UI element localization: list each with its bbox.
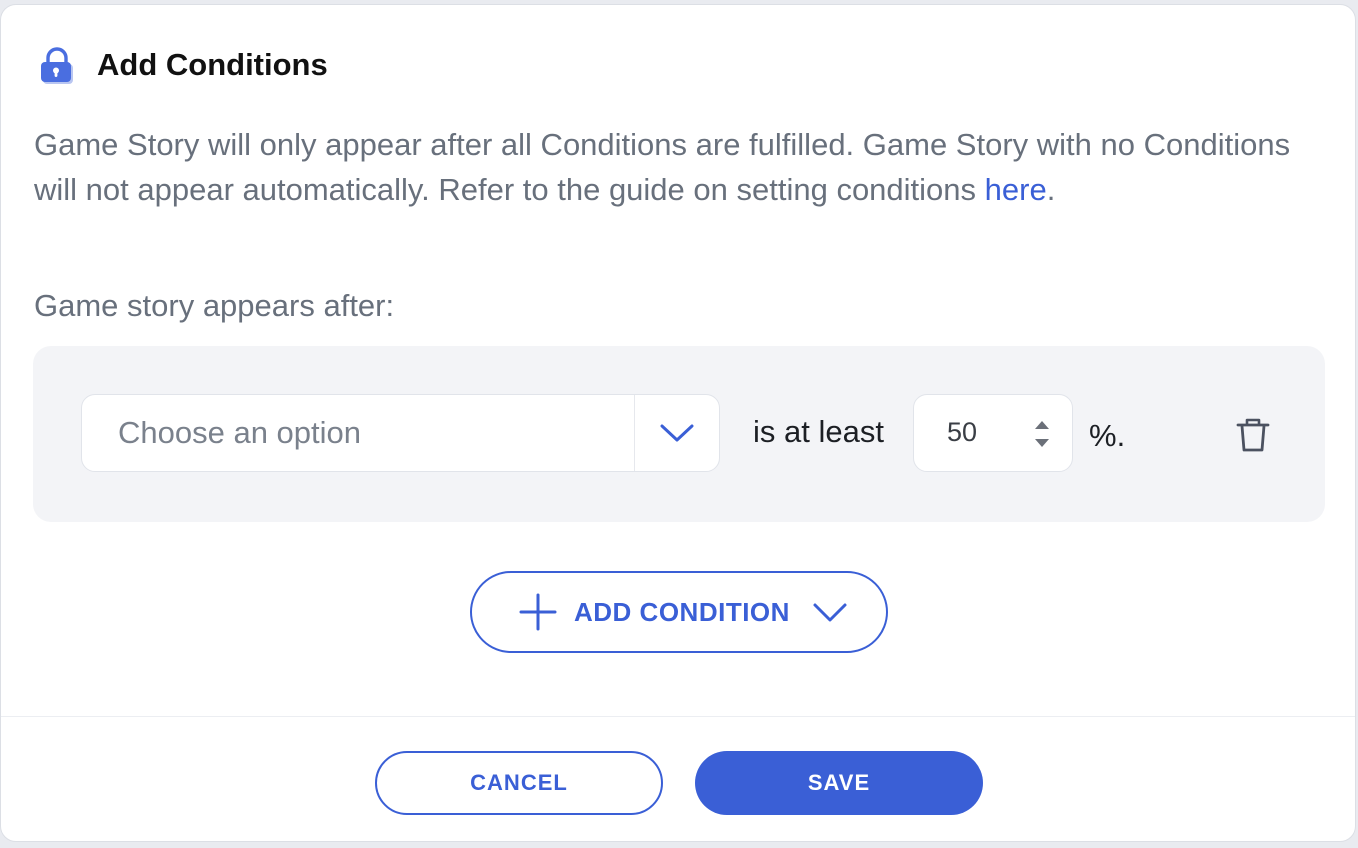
- add-conditions-dialog: Add Conditions Game Story will only appe…: [0, 4, 1356, 842]
- select-placeholder: Choose an option: [118, 415, 362, 450]
- trash-icon[interactable]: [1233, 415, 1273, 455]
- dialog-description: Game Story will only appear after all Co…: [34, 123, 1314, 212]
- operator-label: is at least: [753, 414, 884, 449]
- add-condition-label: ADD CONDITION: [574, 596, 790, 627]
- condition-row: Choose an option is at least 50 %.: [33, 346, 1325, 522]
- conditions-label: Game story appears after:: [34, 288, 395, 323]
- condition-select[interactable]: Choose an option: [81, 394, 720, 472]
- dialog-header: Add Conditions: [37, 43, 328, 87]
- cancel-button[interactable]: CANCEL: [375, 751, 663, 815]
- dialog-title: Add Conditions: [97, 47, 328, 82]
- percent-unit: %.: [1089, 418, 1126, 453]
- plus-icon: [519, 593, 557, 631]
- percentage-input[interactable]: 50: [913, 394, 1073, 472]
- chevron-down-icon: [813, 603, 847, 622]
- description-end: .: [1046, 171, 1056, 207]
- guide-link[interactable]: here: [985, 172, 1047, 207]
- add-condition-button[interactable]: ADD CONDITION: [470, 571, 888, 653]
- save-button[interactable]: SAVE: [695, 751, 983, 815]
- spinner-arrows-icon[interactable]: [1032, 417, 1052, 451]
- lock-icon: [41, 47, 73, 84]
- select-dropdown-button[interactable]: [635, 395, 719, 471]
- percentage-value: 50: [947, 417, 978, 447]
- description-text: Game Story will only appear after all Co…: [34, 127, 1291, 207]
- footer-divider: [1, 716, 1355, 717]
- chevron-down-icon: [660, 424, 694, 442]
